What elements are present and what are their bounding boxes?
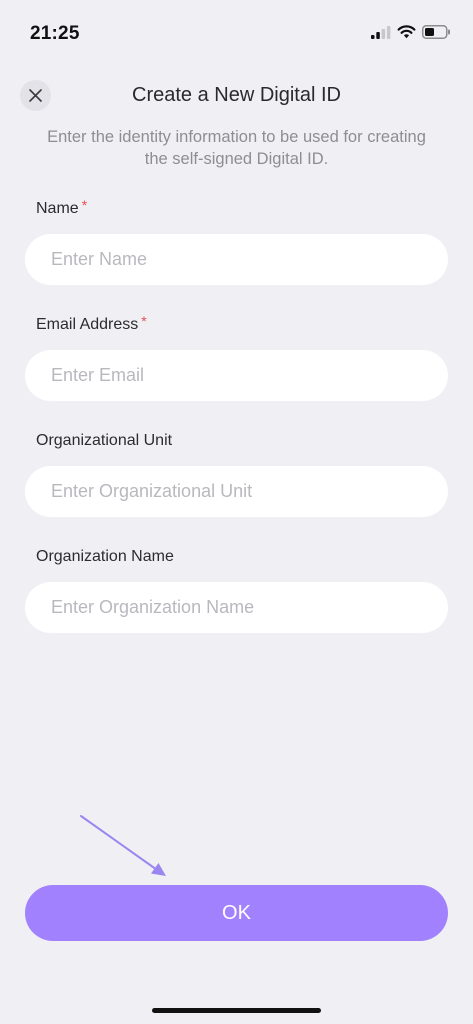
required-marker: *	[141, 313, 147, 329]
email-label-text: Email Address	[36, 316, 139, 333]
email-input[interactable]	[25, 350, 448, 401]
name-label-text: Name	[36, 200, 79, 217]
wifi-icon	[397, 25, 416, 39]
name-input[interactable]	[25, 234, 448, 285]
status-bar: 21:25	[0, 0, 473, 60]
organizational-unit-input[interactable]	[25, 466, 448, 517]
organization-name-label-text: Organization Name	[36, 548, 174, 565]
cellular-signal-icon	[371, 25, 391, 39]
organizational-unit-label: Organizational Unit	[36, 432, 172, 450]
organizational-unit-label-text: Organizational Unit	[36, 432, 173, 449]
name-label: Name *	[36, 197, 88, 218]
organization-name-input[interactable]	[25, 582, 448, 633]
required-marker: *	[81, 197, 88, 213]
battery-icon	[422, 25, 450, 39]
organization-name-label: Organization Name	[36, 548, 174, 566]
page-title: Create a New Digital ID	[132, 84, 341, 106]
ok-button[interactable]: OK	[25, 885, 448, 941]
home-indicator	[152, 1008, 321, 1013]
email-label: Email Address *	[36, 313, 147, 334]
status-icons	[371, 25, 451, 39]
annotation-arrow-icon	[80, 815, 166, 876]
page-description: Enter the identity information to be use…	[47, 128, 426, 168]
header: Create a New Digital ID	[0, 72, 473, 118]
status-time: 21:25	[30, 23, 80, 44]
